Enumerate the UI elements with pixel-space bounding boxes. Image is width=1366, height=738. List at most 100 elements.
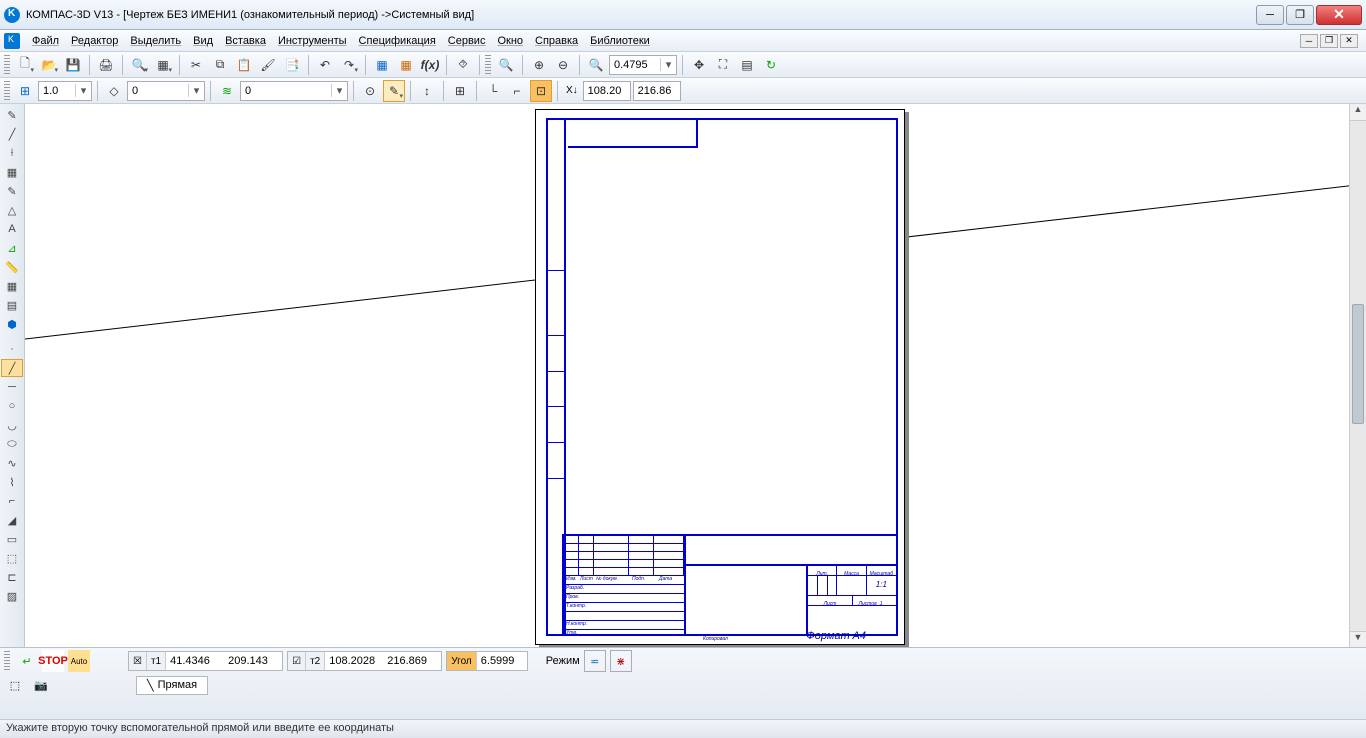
local-cs-button[interactable]: └ [482, 80, 504, 102]
tool-rect-icon[interactable]: ▭ [1, 530, 23, 548]
zoom-input[interactable] [610, 56, 660, 74]
undo-button[interactable]: ↶ [314, 54, 336, 76]
fx-button[interactable]: f(x) [419, 54, 441, 76]
coord-y-input[interactable] [633, 81, 681, 101]
toolbar-grip[interactable] [4, 55, 10, 75]
state-input[interactable] [128, 82, 188, 100]
ortho-button[interactable]: ✎ [383, 80, 405, 102]
scroll-up-icon[interactable]: ▲ [1350, 104, 1366, 121]
geom-edit-icon[interactable]: △ [1, 201, 23, 219]
tool-fillet-icon[interactable]: ⌐ [1, 492, 23, 510]
tool-arc-icon[interactable]: ◡ [1, 416, 23, 434]
geom-aux-icon[interactable]: A [1, 220, 23, 238]
geom-dim-icon[interactable]: ⟊ [1, 144, 23, 162]
camera-button[interactable]: 📷 [30, 674, 52, 696]
t1-y-input[interactable] [224, 652, 282, 670]
copy-button[interactable]: ⧉ [209, 54, 231, 76]
geom-build-icon[interactable]: ⬢ [1, 315, 23, 333]
mode-no-intersect-button[interactable]: ⋍ [584, 650, 606, 672]
layer-combo[interactable]: ▾ [240, 81, 348, 101]
mdi-minimize[interactable]: ─ [1300, 34, 1318, 48]
properties-button[interactable]: 📑 [281, 54, 303, 76]
minimize-button[interactable]: ─ [1256, 5, 1284, 25]
global-cs-button[interactable]: ⌐ [506, 80, 528, 102]
redraw-button[interactable]: ↻ [760, 54, 782, 76]
step-button[interactable]: ⊞ [14, 80, 36, 102]
layer-input[interactable] [241, 82, 331, 100]
step-input[interactable] [39, 82, 75, 100]
drawing-canvas[interactable]: Угол 6.5999 1 [25, 104, 1349, 648]
dim-button[interactable]: ↕ [416, 80, 438, 102]
cascade-button[interactable]: ▦ [152, 54, 174, 76]
tool-chamfer-icon[interactable]: ◢ [1, 511, 23, 529]
state-combo[interactable]: ▾ [127, 81, 205, 101]
auto-button[interactable]: Auto [68, 650, 90, 672]
menu-view[interactable]: Вид [187, 33, 219, 49]
zoom-in-button[interactable]: ⊕ [528, 54, 550, 76]
prop-grip[interactable] [4, 651, 10, 671]
tool-pt-icon[interactable]: · [1, 340, 23, 358]
zoom-dynamic-button[interactable]: 🔍 [585, 54, 607, 76]
tool-equid-icon[interactable]: ⊏ [1, 568, 23, 586]
manager-button[interactable]: ▦ [371, 54, 393, 76]
geom-reports-icon[interactable]: ▤ [1, 296, 23, 314]
coord-x-input[interactable] [583, 81, 631, 101]
scroll-down-icon[interactable]: ▼ [1350, 631, 1366, 648]
tool-ellipse-icon[interactable]: ⬭ [1, 435, 23, 453]
grid-button[interactable]: ⊞ [449, 80, 471, 102]
t1-x-input[interactable] [166, 652, 224, 670]
mode-intersect-button[interactable]: ⋇ [610, 650, 632, 672]
paste-button[interactable]: 📋 [233, 54, 255, 76]
menu-service[interactable]: Сервис [442, 33, 492, 49]
menu-libs[interactable]: Библиотеки [584, 33, 656, 49]
menu-editor[interactable]: Редактор [65, 33, 124, 49]
open-button[interactable]: 📂 [38, 54, 60, 76]
t1-toggle[interactable]: ☒ [129, 652, 147, 670]
t2-x-input[interactable] [325, 652, 383, 670]
tool-segment-icon[interactable]: ─ [1, 378, 23, 396]
t2-toggle[interactable]: ☑ [288, 652, 306, 670]
geom-spec-icon[interactable]: ▦ [1, 277, 23, 295]
save-button[interactable]: 💾 [62, 54, 84, 76]
cut-button[interactable]: ✂ [185, 54, 207, 76]
new-button[interactable]: 🗋 [14, 54, 36, 76]
tool-hatch-fill-icon[interactable]: ▨ [1, 587, 23, 605]
format-brush-button[interactable]: 🖌 [257, 54, 279, 76]
system-menu-icon[interactable] [4, 33, 20, 49]
scroll-thumb[interactable] [1352, 304, 1364, 424]
variables-button[interactable]: ▦ [395, 54, 417, 76]
tool-aux-line-icon[interactable]: ╱ [1, 359, 23, 377]
step-combo[interactable]: ▾ [38, 81, 92, 101]
select-mode-button[interactable]: ⬚ [4, 674, 26, 696]
tool-spline-icon[interactable]: ∿ [1, 454, 23, 472]
zoom-out-button[interactable]: ⊖ [552, 54, 574, 76]
menu-window[interactable]: Окно [491, 33, 529, 49]
tool-collect-icon[interactable]: ⬚ [1, 549, 23, 567]
pan-button[interactable]: ✥ [688, 54, 710, 76]
round-button[interactable]: ⊡ [530, 80, 552, 102]
angle-input[interactable] [477, 652, 527, 670]
toolbar-grip[interactable] [4, 81, 10, 101]
menu-select[interactable]: Выделить [124, 33, 187, 49]
maximize-button[interactable]: ❐ [1286, 5, 1314, 25]
geom-hatch-icon[interactable]: ▦ [1, 163, 23, 181]
geom-text-icon[interactable]: ✎ [1, 182, 23, 200]
tool-circle-icon[interactable]: ○ [1, 397, 23, 415]
preview-button[interactable]: 🔍 [128, 54, 150, 76]
menu-insert[interactable]: Вставка [219, 33, 272, 49]
tool-bezier-icon[interactable]: ⌇ [1, 473, 23, 491]
menu-file[interactable]: Файл [26, 33, 65, 49]
state-button[interactable]: ◇ [103, 80, 125, 102]
menu-spec[interactable]: Спецификация [353, 33, 442, 49]
redo-button[interactable]: ↷ [338, 54, 360, 76]
toolbar-grip[interactable] [485, 55, 491, 75]
zoom-combo[interactable]: ▾ [609, 55, 677, 75]
print-button[interactable]: 🖨 [95, 54, 117, 76]
geom-line-icon[interactable]: ╱ [1, 125, 23, 143]
menu-help[interactable]: Справка [529, 33, 584, 49]
menu-tools[interactable]: Инструменты [272, 33, 353, 49]
geom-point-icon[interactable]: ✎ [1, 106, 23, 124]
layer-button[interactable]: ≋ [216, 80, 238, 102]
mdi-close[interactable]: ✕ [1340, 34, 1358, 48]
close-button[interactable]: ✕ [1316, 5, 1362, 25]
